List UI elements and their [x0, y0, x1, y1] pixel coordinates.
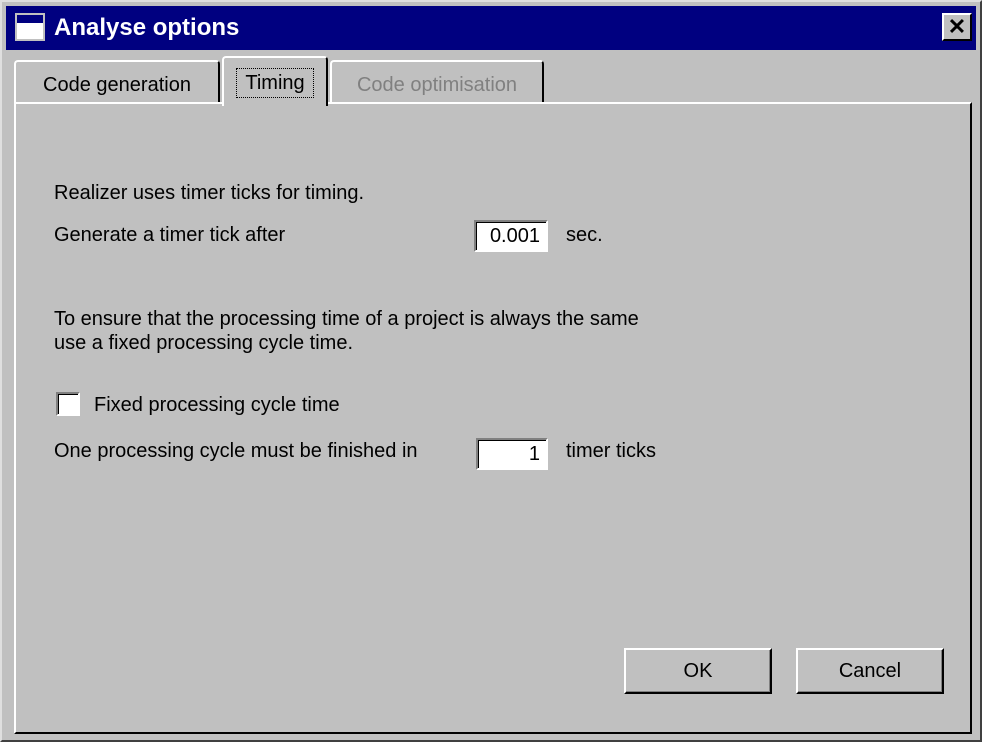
close-button[interactable]: ✕	[942, 13, 972, 41]
title-bar[interactable]: Analyse options ✕	[6, 6, 976, 50]
analyse-options-dialog: Analyse options ✕ Code generation Timing…	[0, 0, 982, 742]
timing-tab-panel: Realizer uses timer ticks for timing. Ge…	[14, 102, 972, 734]
tick-interval-label: Generate a timer tick after	[54, 224, 286, 246]
ok-button[interactable]: OK	[624, 648, 772, 694]
window-title: Analyse options	[54, 14, 240, 41]
close-icon: ✕	[947, 14, 967, 39]
tab-timing-label: Timing	[245, 72, 305, 94]
tab-code-optimisation: Code optimisation	[330, 60, 544, 102]
fixed-cycle-checkbox-label[interactable]: Fixed processing cycle time	[94, 394, 340, 416]
tick-interval-input[interactable]	[474, 220, 548, 252]
cycle-length-label: One processing cycle must be finished in	[54, 440, 418, 462]
tab-code-generation[interactable]: Code generation	[14, 60, 220, 102]
window-icon-bar	[17, 15, 43, 23]
cycle-ticks-input[interactable]	[476, 438, 548, 470]
description-line-1: To ensure that the processing time of a …	[54, 308, 639, 330]
tab-code-generation-label: Code generation	[43, 74, 191, 96]
tab-timing[interactable]: Timing	[222, 56, 328, 106]
description-line-2: use a fixed processing cycle time.	[54, 332, 354, 354]
cycle-unit-label: timer ticks	[566, 440, 656, 462]
tick-unit-label: sec.	[566, 224, 603, 246]
timer-intro-text: Realizer uses timer ticks for timing.	[54, 182, 365, 204]
window-icon	[15, 13, 45, 41]
fixed-cycle-checkbox[interactable]	[56, 392, 80, 416]
tab-code-optimisation-label: Code optimisation	[356, 74, 518, 96]
cancel-button[interactable]: Cancel	[796, 648, 944, 694]
